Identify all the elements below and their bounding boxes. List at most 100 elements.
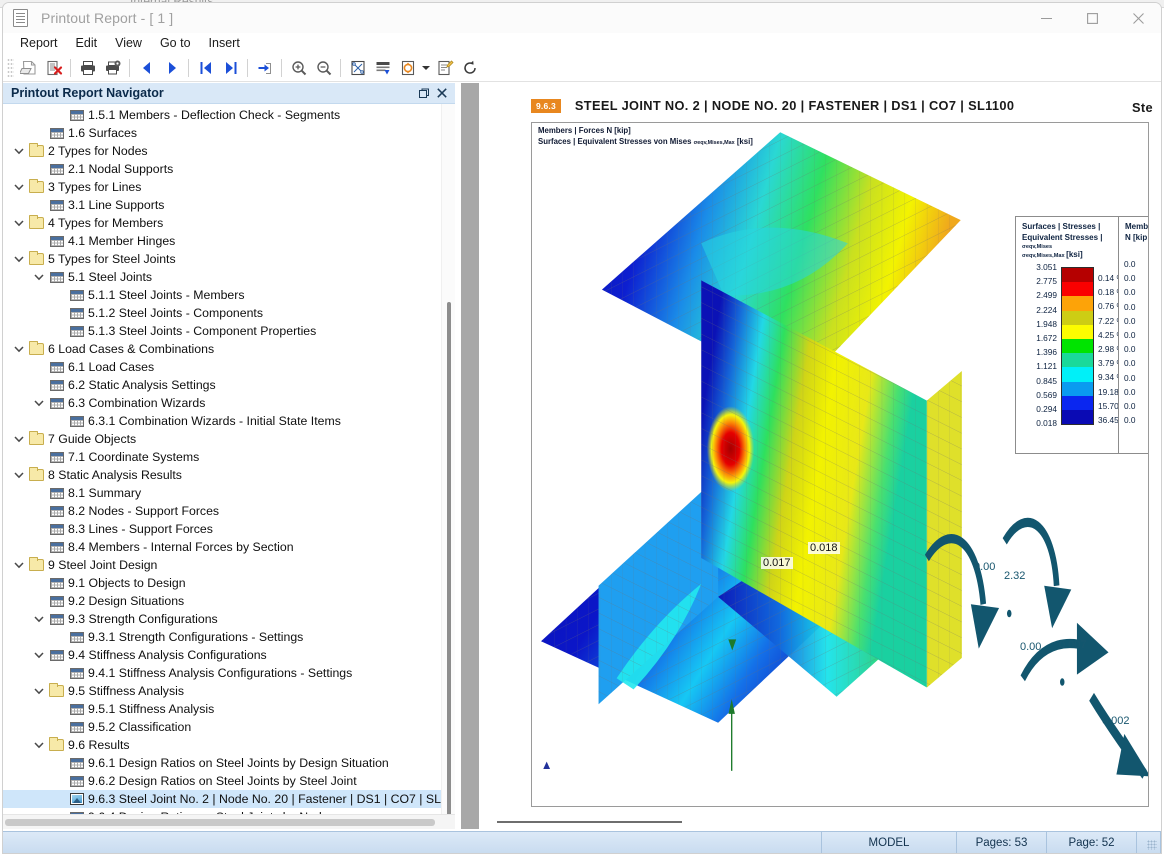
tree-item[interactable]: 1.6 Surfaces <box>3 124 441 142</box>
edit-header-icon[interactable] <box>432 56 457 80</box>
next-page-icon[interactable] <box>159 56 184 80</box>
tree-item-label: 6.2 Static Analysis Settings <box>68 378 216 392</box>
chevron-down-icon[interactable] <box>11 142 27 160</box>
tree-item[interactable]: 9 Steel Joint Design <box>3 556 441 574</box>
tree-item[interactable]: 6.3.1 Combination Wizards - Initial Stat… <box>3 412 441 430</box>
print-settings-icon[interactable] <box>100 56 125 80</box>
menu-view[interactable]: View <box>106 34 151 52</box>
table-icon <box>47 271 66 283</box>
go-to-page-icon[interactable] <box>252 56 277 80</box>
maximize-button[interactable] <box>1069 3 1115 33</box>
tree-item[interactable]: 8.4 Members - Internal Forces by Section <box>3 538 441 556</box>
last-page-icon[interactable] <box>218 56 243 80</box>
tree-item[interactable]: 8.2 Nodes - Support Forces <box>3 502 441 520</box>
table-icon <box>67 631 86 643</box>
tree-hscrollbar-thumb[interactable] <box>5 819 435 826</box>
close-button[interactable] <box>1115 3 1161 33</box>
tree-item[interactable]: 5.1.1 Steel Joints - Members <box>3 286 441 304</box>
table-icon <box>47 505 66 517</box>
chevron-down-icon[interactable] <box>11 556 27 574</box>
tree-item[interactable]: 1.5.1 Members - Deflection Check - Segme… <box>3 106 441 124</box>
tree-item[interactable]: 2 Types for Nodes <box>3 142 441 160</box>
chevron-down-icon[interactable] <box>11 214 27 232</box>
tree-item[interactable]: 9.6 Results <box>3 736 441 754</box>
tree-item[interactable]: 6 Load Cases & Combinations <box>3 340 441 358</box>
tree-item[interactable]: 9.3.1 Strength Configurations - Settings <box>3 628 441 646</box>
tree-item[interactable]: 4 Types for Members <box>3 214 441 232</box>
chevron-down-icon[interactable] <box>11 250 27 268</box>
members-legend-value: 0.0 <box>1124 386 1136 397</box>
page-setup-icon[interactable] <box>345 56 370 80</box>
tree-item[interactable]: 6.1 Load Cases <box>3 358 441 376</box>
zoom-in-icon[interactable] <box>286 56 311 80</box>
tree-item[interactable]: 9.4.1 Stiffness Analysis Configurations … <box>3 664 441 682</box>
toolbar-grip[interactable] <box>7 57 14 78</box>
tree-item[interactable]: 7 Guide Objects <box>3 430 441 448</box>
report-tree[interactable]: 1.5.1 Members - Deflection Check - Segme… <box>3 104 441 814</box>
chevron-down-icon[interactable] <box>31 610 47 628</box>
chevron-down-icon[interactable] <box>11 178 27 196</box>
tree-item[interactable]: 9.3 Strength Configurations <box>3 610 441 628</box>
menu-report[interactable]: Report <box>11 34 67 52</box>
tree-item[interactable]: 8 Static Analysis Results <box>3 466 441 484</box>
close-navigator-icon[interactable] <box>433 85 451 102</box>
chevron-down-icon[interactable] <box>420 56 432 80</box>
tree-horizontal-scrollbar[interactable] <box>3 814 455 829</box>
tree-vertical-scrollbar[interactable] <box>441 104 455 814</box>
tree-item-selected[interactable]: 9.6.3 Steel Joint No. 2 | Node No. 20 | … <box>3 790 441 808</box>
tree-item[interactable]: 4.1 Member Hinges <box>3 232 441 250</box>
tree-item[interactable]: 9.1 Objects to Design <box>3 574 441 592</box>
chevron-down-icon[interactable] <box>31 268 47 286</box>
tree-item[interactable]: 6.2 Static Analysis Settings <box>3 376 441 394</box>
refresh-icon[interactable] <box>457 56 482 80</box>
tree-item[interactable]: 3 Types for Lines <box>3 178 441 196</box>
chevron-down-icon[interactable] <box>11 430 27 448</box>
chevron-down-icon[interactable] <box>31 646 47 664</box>
tree-item[interactable]: 9.6.1 Design Ratios on Steel Joints by D… <box>3 754 441 772</box>
tree-item[interactable]: 5.1 Steel Joints <box>3 268 441 286</box>
previous-page-icon[interactable] <box>134 56 159 80</box>
restore-icon[interactable] <box>415 85 433 102</box>
tree-item[interactable]: 5 Types for Steel Joints <box>3 250 441 268</box>
chevron-down-icon[interactable] <box>11 466 27 484</box>
document-hscrollbar-thumb[interactable] <box>497 821 682 823</box>
tree-scrollbar-thumb[interactable] <box>447 302 451 814</box>
tree-item[interactable]: 8.3 Lines - Support Forces <box>3 520 441 538</box>
tree-item[interactable]: 5.1.2 Steel Joints - Components <box>3 304 441 322</box>
tree-item[interactable]: 9.6.2 Design Ratios on Steel Joints by S… <box>3 772 441 790</box>
menu-edit[interactable]: Edit <box>67 34 107 52</box>
tree-item[interactable]: 6.3 Combination Wizards <box>3 394 441 412</box>
tree-item[interactable]: 9.5.1 Stiffness Analysis <box>3 700 441 718</box>
tree-item[interactable]: 5.1.3 Steel Joints - Component Propertie… <box>3 322 441 340</box>
tree-item[interactable]: 8.1 Summary <box>3 484 441 502</box>
first-page-icon[interactable] <box>193 56 218 80</box>
tree-item[interactable]: 3.1 Line Supports <box>3 196 441 214</box>
report-settings-icon[interactable] <box>395 56 420 80</box>
chevron-down-icon[interactable] <box>31 736 47 754</box>
tree-item[interactable]: 9.4 Stiffness Analysis Configurations <box>3 646 441 664</box>
tree-item[interactable]: 2.1 Nodal Supports <box>3 160 441 178</box>
delete-report-icon[interactable] <box>41 56 66 80</box>
menu-goto[interactable]: Go to <box>151 34 200 52</box>
minimize-button[interactable] <box>1023 3 1069 33</box>
tree-item[interactable]: 9.5 Stiffness Analysis <box>3 682 441 700</box>
chevron-down-icon[interactable] <box>31 682 47 700</box>
toolbar-separator <box>188 58 189 77</box>
chevron-down-icon[interactable] <box>31 394 47 412</box>
table-icon <box>47 235 66 247</box>
chevron-down-icon[interactable] <box>11 340 27 358</box>
document-horizontal-scrollbar[interactable] <box>497 816 1156 829</box>
zoom-out-icon[interactable] <box>311 56 336 80</box>
resize-grip[interactable] <box>1137 832 1161 853</box>
tree-item[interactable]: 7.1 Coordinate Systems <box>3 448 441 466</box>
tree-item[interactable]: 9.5.2 Classification <box>3 718 441 736</box>
report-document-view[interactable]: 9.6.3 STEEL JOINT NO. 2 | NODE NO. 20 | … <box>461 83 1161 829</box>
print-icon[interactable] <box>75 56 100 80</box>
report-selection-icon[interactable] <box>370 56 395 80</box>
menu-insert[interactable]: Insert <box>200 34 249 52</box>
open-report-icon[interactable] <box>16 56 41 80</box>
tree-item[interactable]: 9.2 Design Situations <box>3 592 441 610</box>
